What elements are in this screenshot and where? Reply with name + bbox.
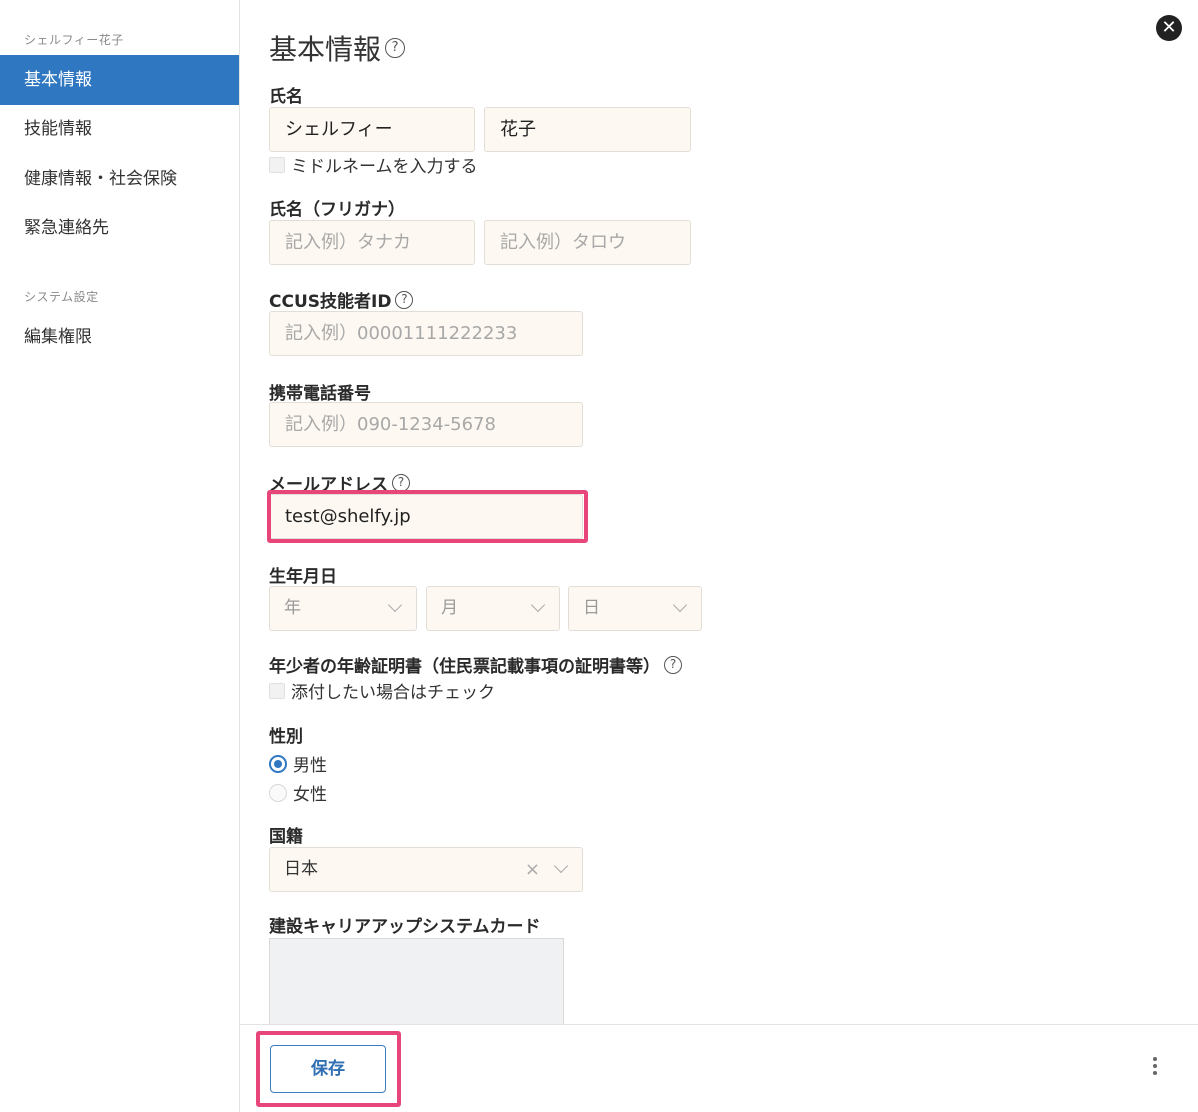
first-name-kana-input[interactable]: 記入例）タロウ: [484, 220, 691, 265]
main-content: 基本情報? ✕ 氏名 シェルフィー 花子 ミドルネームを入力する 氏名（フリガナ…: [240, 0, 1198, 1024]
ccus-id-label: CCUS技能者ID?: [269, 287, 414, 312]
phone-label: 携帯電話番号: [269, 384, 371, 404]
chevron-down-icon: [530, 597, 546, 613]
chevron-down-icon: [672, 597, 688, 613]
birth-year-select[interactable]: 年: [269, 586, 417, 631]
page-title: 基本情報?: [269, 28, 406, 68]
minor-cert-help-icon[interactable]: ?: [664, 656, 682, 674]
minor-cert-checkbox-row[interactable]: 添付したい場合はチェック: [269, 678, 495, 703]
birth-year-placeholder: 年: [284, 598, 301, 618]
ccus-card-label: 建設キャリアアップシステムカード: [269, 917, 541, 937]
first-name-input[interactable]: 花子: [484, 107, 691, 152]
chevron-down-icon: [387, 597, 403, 613]
nationality-select[interactable]: 日本 ×: [269, 847, 583, 892]
close-button[interactable]: ✕: [1156, 15, 1182, 41]
gender-option-female[interactable]: 女性: [269, 780, 327, 805]
sidebar-group-system: システム設定: [24, 290, 99, 304]
save-button[interactable]: 保存: [270, 1045, 386, 1093]
birth-month-select[interactable]: 月: [426, 586, 560, 631]
sidebar-item-edit-permission[interactable]: 編集権限: [0, 312, 239, 362]
more-options-icon[interactable]: [1148, 1057, 1162, 1081]
nationality-value: 日本: [284, 859, 318, 879]
last-name-kana-input[interactable]: 記入例）タナカ: [269, 220, 475, 265]
phone-input[interactable]: 記入例）090-1234-5678: [269, 402, 583, 447]
birth-day-placeholder: 日: [583, 598, 600, 618]
middle-name-checkbox-label: ミドルネームを入力する: [291, 157, 478, 177]
chevron-down-icon: [553, 858, 569, 874]
middle-name-checkbox-row[interactable]: ミドルネームを入力する: [269, 152, 478, 177]
minor-cert-checkbox-label: 添付したい場合はチェック: [291, 683, 495, 703]
name-label: 氏名: [269, 87, 303, 107]
gender-female-label: 女性: [293, 785, 327, 805]
gender-female-radio[interactable]: [269, 783, 287, 802]
help-icon[interactable]: ?: [385, 38, 406, 58]
gender-option-male[interactable]: 男性: [269, 751, 327, 776]
gender-male-radio[interactable]: [269, 754, 287, 773]
minor-cert-checkbox[interactable]: [269, 682, 285, 699]
page-title-text: 基本情報: [269, 33, 382, 66]
email-input[interactable]: test@shelfy.jp: [269, 494, 583, 539]
nationality-label: 国籍: [269, 827, 303, 847]
ccus-id-label-text: CCUS技能者ID: [269, 292, 392, 312]
sidebar-item-health-insurance[interactable]: 健康情報・社会保険: [0, 154, 239, 204]
birthdate-label: 生年月日: [269, 567, 337, 587]
middle-name-checkbox[interactable]: [269, 156, 285, 173]
ccus-id-input[interactable]: 記入例）00001111222233: [269, 311, 583, 356]
ccus-card-image-area[interactable]: [269, 938, 564, 1024]
sidebar-item-emergency-contact[interactable]: 緊急連絡先: [0, 203, 239, 253]
minor-cert-label-text: 年少者の年齢証明書（住民票記載事項の証明書等）: [269, 657, 660, 677]
sidebar-group-user: シェルフィー花子: [24, 33, 124, 47]
clear-icon[interactable]: ×: [525, 848, 540, 891]
footer-bar: 保存: [240, 1024, 1198, 1112]
sidebar-item-skill-info[interactable]: 技能情報: [0, 104, 239, 154]
kana-label: 氏名（フリガナ）: [269, 200, 405, 220]
sidebar-item-basic-info[interactable]: 基本情報: [0, 55, 239, 105]
minor-cert-label: 年少者の年齢証明書（住民票記載事項の証明書等）?: [269, 652, 682, 677]
gender-label: 性別: [269, 727, 303, 747]
gender-male-label: 男性: [293, 756, 327, 776]
sidebar: シェルフィー花子 基本情報 技能情報 健康情報・社会保険 緊急連絡先 システム設…: [0, 0, 240, 1112]
birth-month-placeholder: 月: [441, 598, 458, 618]
last-name-input[interactable]: シェルフィー: [269, 107, 475, 152]
birth-day-select[interactable]: 日: [568, 586, 702, 631]
email-label-text: メールアドレス: [269, 475, 388, 495]
email-help-icon[interactable]: ?: [392, 474, 410, 492]
email-label: メールアドレス?: [269, 470, 410, 495]
ccus-help-icon[interactable]: ?: [395, 291, 414, 309]
